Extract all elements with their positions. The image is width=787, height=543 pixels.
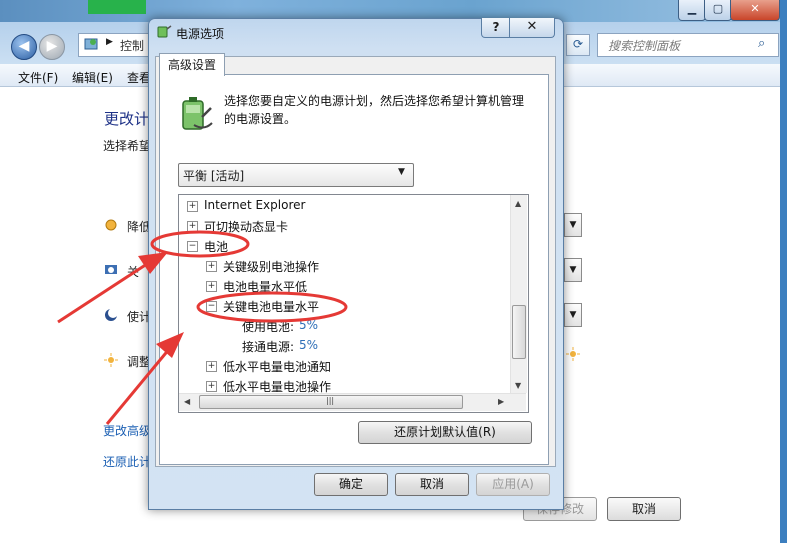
tab-advanced-settings[interactable]: 高级设置 bbox=[159, 53, 225, 76]
menu-file[interactable]: 文件(F) bbox=[18, 69, 58, 86]
chevron-down-icon[interactable]: ▼ bbox=[398, 167, 405, 177]
minimize-button[interactable]: ▁ bbox=[678, 0, 706, 21]
row-label-off: 关 bbox=[127, 265, 140, 279]
maximize-button[interactable]: ▢ bbox=[704, 0, 732, 21]
refresh-icon[interactable]: ⟳ bbox=[566, 34, 590, 56]
expand-icon[interactable]: + bbox=[206, 361, 217, 372]
expand-icon[interactable]: + bbox=[187, 221, 198, 232]
tree-setting-label: 使用电池: bbox=[242, 320, 295, 334]
grip-icon: ||| bbox=[326, 396, 335, 405]
collapse-icon[interactable]: − bbox=[187, 241, 198, 252]
scroll-left-icon[interactable]: ◀ bbox=[184, 397, 190, 406]
search-placeholder: 搜索控制面板 bbox=[608, 39, 681, 53]
expand-icon[interactable]: + bbox=[206, 261, 217, 272]
window-controls: ▁ ▢ ✕ bbox=[678, 0, 782, 22]
close-window-button[interactable]: ✕ bbox=[730, 0, 780, 21]
power-options-icon bbox=[157, 25, 172, 38]
restore-plan-link[interactable]: 还原此计 bbox=[103, 453, 151, 470]
scroll-right-icon[interactable]: ▶ bbox=[498, 397, 504, 406]
vertical-scrollbar[interactable] bbox=[510, 195, 527, 393]
dialog-title: 电源选项 bbox=[176, 27, 225, 41]
vertical-scroll-thumb[interactable] bbox=[512, 305, 526, 359]
apply-button[interactable]: 应用(A) bbox=[476, 473, 550, 496]
ok-button[interactable]: 确定 bbox=[314, 473, 388, 496]
menu-edit[interactable]: 编辑(E) bbox=[72, 69, 113, 86]
change-advanced-link[interactable]: 更改高级 bbox=[103, 422, 151, 439]
display-off-icon bbox=[105, 265, 117, 274]
tree-item[interactable]: 关键电池电量水平 bbox=[223, 298, 319, 315]
help-button[interactable]: ? bbox=[481, 18, 511, 38]
breadcrumb-chevron-icon: ▶ bbox=[106, 37, 113, 47]
close-icon[interactable]: ✕ bbox=[509, 18, 555, 38]
dim-display-icon bbox=[105, 219, 117, 231]
dropdown-arrow-icon[interactable]: ▼ bbox=[564, 303, 582, 327]
tree-item[interactable]: 关键级别电池操作 bbox=[223, 258, 319, 275]
tree-item[interactable]: 电池 bbox=[204, 238, 228, 255]
taskbar-green-block bbox=[88, 0, 146, 14]
power-plan-selected: 平衡 [活动] bbox=[183, 169, 245, 183]
tree-setting-value[interactable]: 5% bbox=[299, 318, 318, 332]
window-frame-edge bbox=[780, 0, 787, 543]
brightness-icon bbox=[104, 353, 118, 367]
brightness-high-icon bbox=[566, 347, 580, 361]
page-title: 更改计 bbox=[104, 110, 150, 128]
address-text: 控制 bbox=[120, 39, 145, 53]
search-icon[interactable]: ⌕ bbox=[758, 36, 765, 51]
page-subtitle: 选择希望 bbox=[103, 139, 152, 153]
collapse-icon[interactable]: − bbox=[206, 301, 217, 312]
back-arrow-icon[interactable]: ◀ bbox=[11, 34, 37, 60]
tree-setting-label: 接通电源: bbox=[242, 340, 295, 354]
tree-item[interactable]: 可切换动态显卡 bbox=[204, 218, 288, 235]
sleep-icon bbox=[105, 308, 118, 321]
tree-setting-value[interactable]: 5% bbox=[299, 338, 318, 352]
dropdown-arrow-icon[interactable]: ▼ bbox=[564, 213, 582, 237]
battery-icon bbox=[182, 97, 213, 130]
forward-arrow-icon[interactable]: ▶ bbox=[39, 34, 65, 60]
scroll-up-icon[interactable]: ▲ bbox=[515, 199, 521, 208]
expand-icon[interactable]: + bbox=[206, 381, 217, 392]
dropdown-arrow-icon[interactable]: ▼ bbox=[564, 258, 582, 282]
scroll-down-icon[interactable]: ▼ bbox=[515, 381, 521, 390]
dialog-description: 选择您要自定义的电源计划，然后选择您希望计算机管理的电源设置。 bbox=[224, 94, 525, 126]
bg-cancel-button[interactable]: 取消 bbox=[607, 497, 681, 521]
tree-item[interactable]: Internet Explorer bbox=[204, 198, 305, 212]
expand-icon[interactable]: + bbox=[187, 201, 198, 212]
cancel-button[interactable]: 取消 bbox=[395, 473, 469, 496]
control-panel-icon bbox=[84, 38, 98, 50]
tree-item[interactable]: 电池电量水平低 bbox=[223, 278, 307, 295]
tree-item[interactable]: 低水平电量电池通知 bbox=[223, 358, 331, 375]
restore-defaults-button[interactable]: 还原计划默认值(R) bbox=[358, 421, 532, 444]
watermark: Bai 经验 bbox=[590, 468, 698, 498]
expand-icon[interactable]: + bbox=[206, 281, 217, 292]
